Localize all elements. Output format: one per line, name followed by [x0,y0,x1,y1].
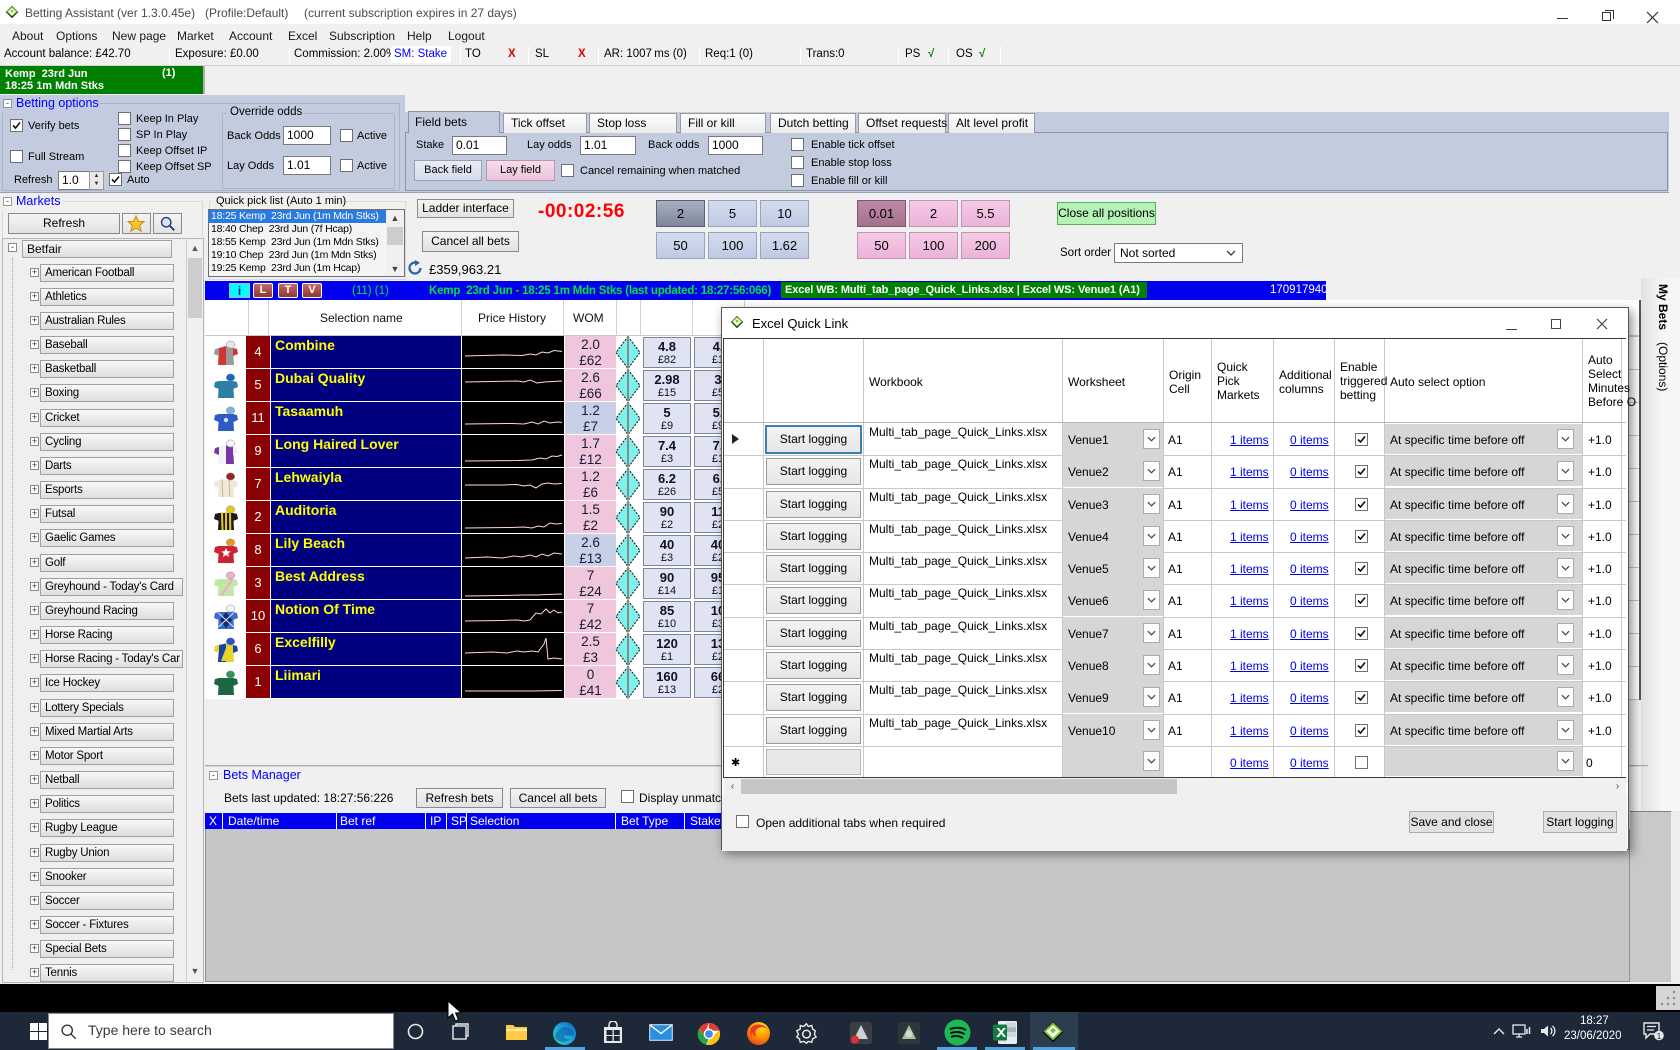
svg-text:1: 1 [1657,1031,1662,1041]
